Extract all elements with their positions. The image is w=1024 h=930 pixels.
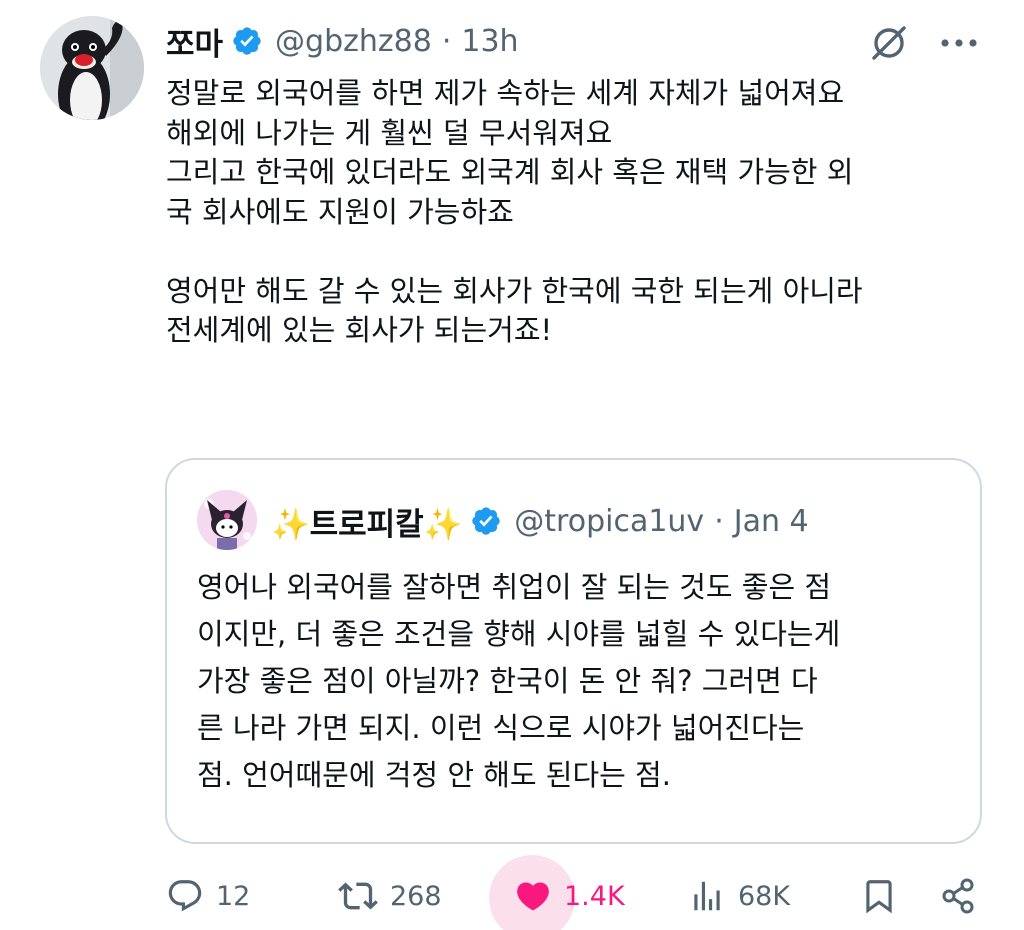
header-separator: ·	[441, 23, 452, 59]
grok-icon	[872, 26, 906, 60]
share-button[interactable]	[938, 862, 978, 930]
quoted-text-line: 점. 언어때문에 걱정 안 해도 된다는 점.	[197, 758, 671, 792]
more-icon	[941, 39, 977, 47]
author-avatar[interactable]	[40, 16, 144, 120]
author-handle[interactable]: @gbzhz88	[275, 24, 432, 59]
reply-icon	[168, 880, 202, 912]
repost-icon	[338, 882, 378, 910]
reply-count: 12	[216, 880, 251, 912]
quoted-tweet-header: ✨트로피칼✨ @tropica1uv · Jan 4	[271, 496, 809, 546]
quoted-tweet-timestamp[interactable]: Jan 4	[734, 504, 809, 539]
views-icon	[694, 881, 720, 911]
quoted-author-avatar[interactable]	[197, 490, 257, 550]
action-bar: 12 268 1.4K 68K	[0, 862, 1024, 930]
bookmark-icon	[866, 880, 892, 914]
quoted-text-line: 른 나라 가면 되지. 이런 식으로 시야가 넓어진다는	[197, 711, 805, 745]
reply-button[interactable]: 12	[166, 862, 250, 930]
tweet-text-line: 그리고 한국에 있더라도 외국계 회사 혹은 재택 가능한 외	[166, 155, 854, 189]
views-button[interactable]: 68K	[688, 862, 790, 930]
tweet-timestamp[interactable]: 13h	[461, 24, 518, 59]
quoted-text-line: 영어나 외국어를 잘하면 취업이 잘 되는 것도 좋은 점	[197, 570, 832, 604]
quoted-tweet-card[interactable]: ✨트로피칼✨ @tropica1uv · Jan 4 영어나 외국어를 잘하면 …	[165, 458, 982, 844]
quoted-text-line: 이지만, 더 좋은 조건을 향해 시야를 넓힐 수 있다는게	[197, 617, 841, 651]
kuromi-avatar-image	[197, 490, 257, 550]
like-button[interactable]: 1.4K	[514, 862, 625, 930]
quoted-author-handle[interactable]: @tropica1uv	[514, 504, 704, 539]
bookmark-button[interactable]	[860, 862, 898, 930]
more-options-button[interactable]	[936, 22, 982, 64]
grok-button[interactable]	[866, 22, 912, 64]
tweet-header: 쪼마 @gbzhz88 · 13h	[166, 18, 519, 64]
quoted-author-display-name[interactable]: ✨트로피칼✨	[271, 499, 462, 544]
tweet-text-line	[166, 232, 986, 272]
like-count: 1.4K	[564, 880, 625, 912]
pingu-avatar-image	[40, 16, 144, 120]
views-count: 68K	[738, 880, 791, 912]
repost-count: 268	[390, 880, 442, 912]
verified-badge-icon	[470, 505, 502, 537]
author-display-name[interactable]: 쪼마	[166, 19, 223, 64]
quoted-header-separator: ·	[714, 503, 724, 539]
tweet-text: 정말로 외국어를 하면 제가 속하는 세계 자체가 넓어져요 해외에 나가는 게…	[166, 74, 986, 351]
share-icon	[942, 878, 974, 914]
tweet-text-line: 정말로 외국어를 하면 제가 속하는 세계 자체가 넓어져요	[166, 76, 845, 110]
quoted-text-line: 가장 좋은 점이 아닐까? 한국이 돈 안 줘? 그러면 다	[197, 664, 818, 698]
tweet-text-line: 해외에 나가는 게 훨씬 덜 무서워져요	[166, 115, 613, 150]
like-icon	[517, 882, 549, 911]
tweet-text-line: 국 회사에도 지원이 가능하죠	[166, 194, 514, 229]
verified-badge-icon	[231, 25, 263, 57]
quoted-tweet-text: 영어나 외국어를 잘하면 취업이 잘 되는 것도 좋은 점 이지만, 더 좋은 …	[197, 564, 957, 799]
tweet-text-line: 전세계에 있는 회사가 되는거죠!	[166, 313, 553, 347]
tweet-text-line: 영어만 해도 갈 수 있는 회사가 한국에 국한 되는게 아니라	[166, 273, 863, 308]
repost-button[interactable]: 268	[338, 862, 442, 930]
